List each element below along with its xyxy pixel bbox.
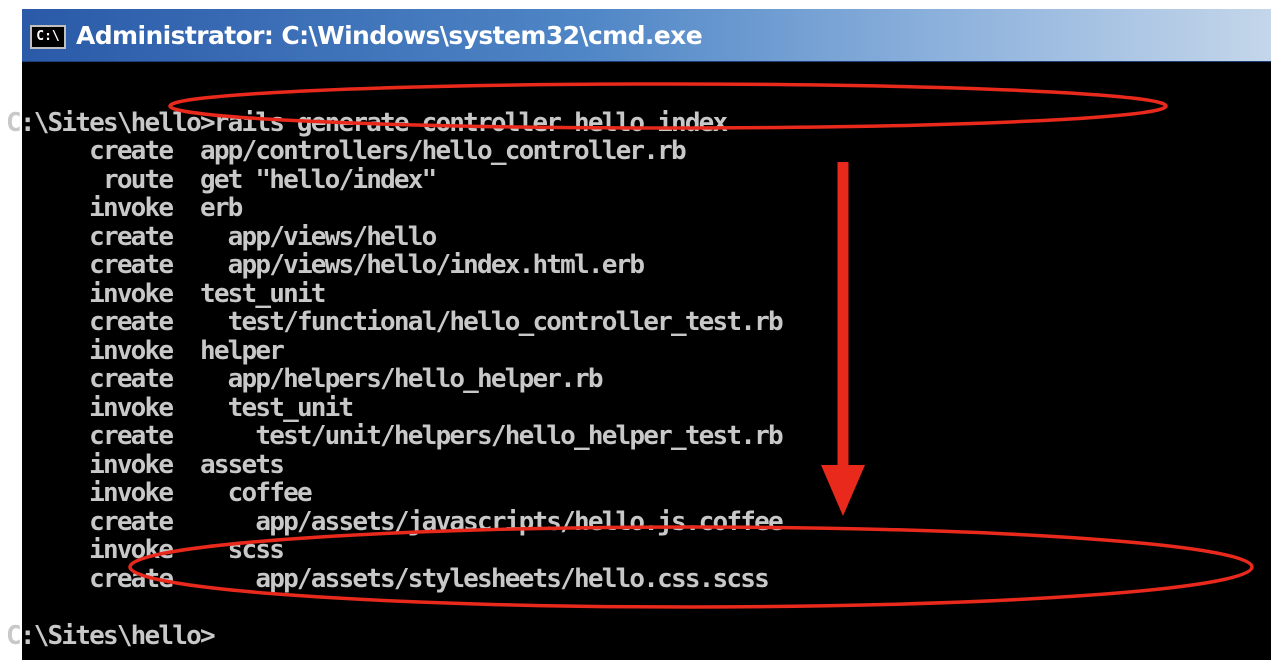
console-output-line: create app/assets/stylesheets/hello.css.… (6, 563, 782, 594)
generator-action: create (89, 364, 174, 394)
generator-path: erb (199, 193, 243, 223)
generator-action: invoke (89, 193, 174, 223)
generator-path: app/helpers/hello_helper.rb (227, 364, 604, 394)
console-output-line: create app/views/hello (6, 221, 782, 252)
command-line: C:\Sites\hello>rails generate controller… (6, 107, 728, 138)
generator-action: invoke (89, 335, 174, 366)
console-output-line: invoke test_unit (6, 278, 782, 309)
console-output-line: invoke scss (6, 536, 782, 565)
generator-path: test_unit (199, 278, 326, 309)
console-output-line: invoke erb (6, 194, 782, 223)
generator-path: app/assets/stylesheets/hello.css.scss (255, 563, 769, 594)
console-output-line: route get "hello/index" (6, 164, 782, 195)
generator-action: create (89, 506, 174, 537)
console-output-line: create app/controllers/hello_controller.… (6, 137, 782, 166)
window-title: Administrator: C:\Windows\system32\cmd.e… (76, 21, 703, 50)
generator-path: get "hello/index" (199, 164, 437, 195)
generator-path: app/controllers/hello_controller.rb (199, 136, 687, 166)
console-output-line: create test/functional/hello_controller_… (6, 307, 784, 337)
generator-path: app/assets/javascripts/hello.js.coffee (255, 506, 783, 537)
generator-action: create (89, 250, 174, 280)
generator-path: scss (227, 535, 285, 565)
console-output-line: create app/views/hello/index.html.erb (6, 251, 782, 280)
console-output-line: invoke assets (6, 449, 782, 480)
generator-action: create (89, 563, 174, 594)
generator-action: invoke (89, 278, 174, 309)
console-output-line: create app/helpers/hello_helper.rb (6, 365, 782, 394)
generator-action: invoke (89, 392, 174, 423)
console-output-line: invoke test_unit (6, 392, 782, 423)
generator-path: test_unit (227, 392, 354, 423)
generator-path: assets (199, 449, 285, 480)
title-bar[interactable]: C:\ Administrator: C:\Windows\system32\c… (22, 9, 1271, 62)
generator-path: coffee (227, 478, 313, 508)
console-output-line: invoke helper (6, 335, 782, 366)
generator-action: create (89, 307, 174, 337)
generator-output: create app/controllers/hello_controller.… (6, 137, 784, 594)
generator-path: test/functional/hello_controller_test.rb (227, 307, 784, 337)
generator-action: invoke (89, 535, 174, 565)
console-output-line: create app/assets/javascripts/hello.js.c… (6, 506, 783, 537)
console-output-line: create test/unit/helpers/hello_helper_te… (6, 421, 783, 451)
command-prompt[interactable]: C:\Sites\hello> (6, 621, 782, 651)
generator-action: create (89, 136, 174, 166)
generator-action: invoke (89, 449, 174, 480)
generator-path: app/views/hello/index.html.erb (227, 250, 645, 280)
generator-action: create (89, 421, 174, 451)
cmd-icon[interactable]: C:\ (30, 25, 66, 49)
generator-path: test/unit/helpers/hello_helper_test.rb (255, 421, 783, 451)
console-output-line: invoke coffee (6, 479, 782, 508)
generator-path: helper (199, 335, 285, 366)
generator-action: route (102, 164, 174, 195)
generator-action: invoke (89, 478, 174, 508)
console-output[interactable]: C:\Sites\hello>rails generate controller… (6, 80, 784, 651)
generator-action: create (89, 221, 174, 252)
generator-path: app/views/hello (227, 221, 438, 252)
